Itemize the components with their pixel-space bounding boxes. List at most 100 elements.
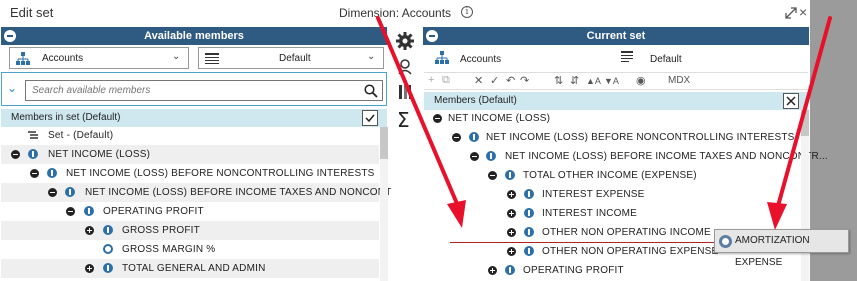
search-input[interactable] <box>25 80 383 101</box>
add-icon[interactable]: + <box>428 74 434 86</box>
chevron-down-icon: ⌄ <box>367 51 376 62</box>
calculated-member-icon <box>103 244 113 254</box>
tree-row[interactable]: OPERATING PROFIT <box>1 202 379 221</box>
tree-row[interactable]: NET INCOME (LOSS) <box>1 145 379 164</box>
tree-row-label: TOTAL GENERAL AND ADMIN <box>122 263 266 274</box>
info-icon[interactable]: i <box>461 6 473 18</box>
tree-row-label: OTHER NON OPERATING EXPENSE <box>542 246 719 257</box>
available-members-header: Available members <box>1 27 387 45</box>
tree-row-label: NET INCOME (LOSS) BEFORE INCOME TAXES AN… <box>85 187 408 198</box>
undo-icon[interactable]: ↶ <box>506 74 515 87</box>
hierarchy-dropdown-value: Default <box>279 53 311 64</box>
columns-icon[interactable] <box>398 84 412 100</box>
collapse-icon[interactable] <box>433 114 442 123</box>
tree-row[interactable]: TOTAL OTHER INCOME (EXPENSE) <box>424 166 800 185</box>
member-icon <box>524 208 534 218</box>
dimension-label: Dimension: Accounts <box>339 6 452 20</box>
clear-set-checkbox[interactable] <box>783 93 799 109</box>
tree-row[interactable]: INTEREST EXPENSE <box>424 185 800 204</box>
member-icon <box>469 132 479 142</box>
tree-row[interactable]: GROSS MARGIN % <box>1 240 379 259</box>
checkmark-icon <box>365 114 375 123</box>
sigma-icon[interactable]: Σ <box>397 108 410 132</box>
available-members-title: Available members <box>144 30 244 42</box>
collapse-icon[interactable] <box>4 30 16 42</box>
mdx-button[interactable]: MDX <box>668 75 690 86</box>
window-title: Edit set <box>10 5 54 20</box>
tree-row-label: NET INCOME (LOSS) BEFORE NONCONTROLLING … <box>66 168 375 179</box>
tree-row[interactable]: NET INCOME (LOSS) BEFORE NONCONTROLLING … <box>1 164 379 183</box>
right-scrollbar-thumb[interactable] <box>801 110 809 136</box>
search-icon[interactable] <box>364 84 378 98</box>
expand-icon[interactable] <box>507 190 516 199</box>
tree-row-label: GROSS MARGIN % <box>122 244 216 255</box>
record-icon[interactable]: ◉ <box>636 74 646 87</box>
current-set-header: Current set <box>423 27 809 45</box>
tree-row-label: GROSS PROFIT <box>122 225 200 236</box>
collapse-icon[interactable] <box>11 150 20 159</box>
list-icon <box>205 53 219 64</box>
current-set-title: Current set <box>586 30 646 42</box>
user-icon[interactable] <box>398 59 412 75</box>
collapse-icon[interactable] <box>488 171 497 180</box>
search-area: ⌄ <box>1 72 387 106</box>
gear-icon[interactable] <box>395 31 415 51</box>
members-default-bar: Members (Default) <box>424 92 808 110</box>
collapse-icon[interactable] <box>30 169 39 178</box>
collapse-icon[interactable] <box>470 152 479 161</box>
hierarchy-icon <box>16 52 30 65</box>
tree-row[interactable]: Set - (Default) <box>1 126 379 145</box>
expand-icon[interactable] <box>507 209 516 218</box>
tree-row[interactable]: NET INCOME (LOSS) BEFORE INCOME TAXES AN… <box>424 147 828 166</box>
redo-icon[interactable]: ↷ <box>520 74 529 87</box>
sort-alpha-desc-icon[interactable]: ▼A <box>604 76 619 86</box>
member-icon <box>524 189 534 199</box>
collapse-icon[interactable] <box>452 133 461 142</box>
collapse-icon[interactable] <box>66 207 75 216</box>
collapse-icon[interactable] <box>48 188 57 197</box>
chevron-down-icon[interactable]: ⌄ <box>7 81 17 95</box>
tree-row-label: INTEREST EXPENSE <box>542 189 645 200</box>
current-dimension-label: Accounts <box>460 54 502 65</box>
close-icon[interactable]: × <box>799 4 807 20</box>
expand-icon[interactable] <box>85 226 94 235</box>
delete-icon[interactable]: ✕ <box>474 74 483 87</box>
left-scrollbar-thumb[interactable] <box>380 127 388 159</box>
select-all-checkbox[interactable] <box>362 110 378 126</box>
expand-icon[interactable] <box>507 247 516 256</box>
tree-row-label: TOTAL OTHER INCOME (EXPENSE) <box>523 170 697 181</box>
tree-row-label: OTHER NON OPERATING INCOME <box>542 227 711 238</box>
expand-icon[interactable] <box>507 228 516 237</box>
member-icon <box>103 263 113 273</box>
hierarchy-icon <box>435 51 449 64</box>
middle-toolbar: Σ <box>392 28 422 281</box>
chevron-down-icon: ⌄ <box>172 51 181 62</box>
expand-icon[interactable] <box>85 264 94 273</box>
dimension-dropdown[interactable]: Accounts ⌄ <box>9 47 189 69</box>
hierarchy-dropdown[interactable]: Default ⌄ <box>198 47 384 69</box>
tree-row[interactable]: INTEREST INCOME <box>424 204 800 223</box>
collapse-icon[interactable] <box>426 30 438 42</box>
members-in-set-label: Members in set (Default) <box>11 112 121 123</box>
sort-descending-icon[interactable]: ⇵ <box>570 74 579 87</box>
copy-icon[interactable]: ⧉ <box>442 74 450 87</box>
checkmark-icon[interactable]: ✓ <box>490 74 499 87</box>
tree-row[interactable]: NET INCOME (LOSS) BEFORE INCOME TAXES AN… <box>1 183 408 202</box>
tree-row[interactable]: NET INCOME (LOSS) BEFORE NONCONTROLLING … <box>424 128 800 147</box>
member-icon <box>103 225 113 235</box>
title-bar: Edit set Dimension: Accounts i × <box>0 0 810 26</box>
sort-alpha-asc-icon[interactable]: ▲A <box>586 76 601 86</box>
tree-row[interactable]: TOTAL GENERAL AND ADMIN <box>1 259 379 278</box>
member-icon <box>505 170 515 180</box>
tree-row[interactable]: GROSS PROFIT <box>1 221 379 240</box>
expand-icon[interactable] <box>785 7 797 19</box>
tree-row-label: INTEREST INCOME <box>542 208 638 219</box>
expand-icon[interactable] <box>488 266 497 275</box>
tree-row[interactable]: NET INCOME (LOSS) <box>424 109 800 128</box>
tree-row-label: Set - (Default) <box>48 130 114 141</box>
member-icon <box>84 206 94 216</box>
dimension-dropdown-value: Accounts <box>42 53 84 64</box>
current-hierarchy-label: Default <box>650 54 682 65</box>
sort-ascending-icon[interactable]: ⇅ <box>554 74 563 87</box>
member-icon <box>65 187 75 197</box>
